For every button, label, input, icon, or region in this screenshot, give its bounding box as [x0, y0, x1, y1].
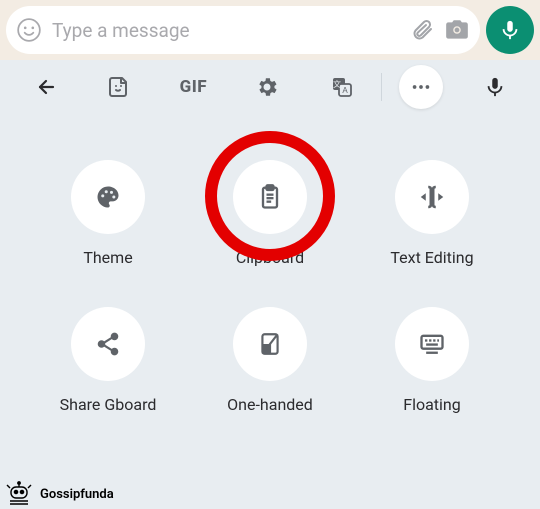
- toolbar-divider: [381, 73, 382, 101]
- mic-icon: [484, 76, 506, 98]
- attachment-icon[interactable]: [410, 18, 434, 42]
- message-placeholder: Type a message: [52, 19, 400, 42]
- gear-icon: [255, 75, 279, 99]
- option-text-editing[interactable]: Text Editing: [358, 160, 506, 267]
- keyboard-floating-icon: [418, 330, 446, 358]
- option-floating[interactable]: Floating: [358, 307, 506, 414]
- clipboard-icon: [256, 183, 284, 211]
- share-icon: [95, 331, 121, 357]
- emoji-icon[interactable]: [16, 17, 42, 43]
- option-label: Clipboard: [236, 248, 304, 267]
- palette-icon: [94, 183, 122, 211]
- option-label: Theme: [83, 248, 132, 267]
- back-button[interactable]: [8, 75, 82, 99]
- settings-button[interactable]: [230, 75, 304, 99]
- stickers-button[interactable]: [82, 75, 156, 99]
- options-grid: Theme Clipboard: [0, 114, 540, 414]
- option-label: Floating: [403, 395, 461, 414]
- option-one-handed[interactable]: One-handed: [196, 307, 344, 414]
- gif-button[interactable]: GIF: [156, 77, 230, 97]
- watermark-text: Gossipfunda: [40, 487, 114, 502]
- keyboard-panel: GIF 文 A: [0, 60, 540, 509]
- text-cursor-icon: [417, 182, 447, 212]
- option-label: Share Gboard: [60, 395, 157, 414]
- watermark: Gossipfunda: [4, 481, 114, 507]
- sticker-icon: [107, 75, 131, 99]
- one-handed-icon: [257, 331, 283, 357]
- option-theme[interactable]: Theme: [34, 160, 182, 267]
- translate-button[interactable]: 文 A: [305, 75, 379, 99]
- chat-input-bar: Type a message: [0, 0, 540, 60]
- gif-label: GIF: [180, 77, 207, 97]
- more-button[interactable]: [384, 65, 458, 109]
- option-clipboard[interactable]: Clipboard: [196, 160, 344, 267]
- message-input-pill[interactable]: Type a message: [6, 6, 480, 54]
- voice-input-button[interactable]: [458, 76, 532, 98]
- option-share-gboard[interactable]: Share Gboard: [34, 307, 182, 414]
- more-horizontal-icon: [410, 76, 432, 98]
- option-label: One-handed: [227, 395, 313, 414]
- arrow-left-icon: [33, 75, 57, 99]
- camera-icon[interactable]: [444, 17, 470, 43]
- voice-record-button[interactable]: [486, 6, 534, 54]
- option-label: Text Editing: [390, 248, 473, 267]
- translate-icon: 文 A: [330, 75, 354, 99]
- svg-text:A: A: [342, 86, 348, 95]
- mic-icon: [499, 19, 521, 41]
- svg-text:文: 文: [333, 79, 341, 89]
- robot-icon: [4, 481, 34, 507]
- keyboard-toolbar: GIF 文 A: [0, 60, 540, 114]
